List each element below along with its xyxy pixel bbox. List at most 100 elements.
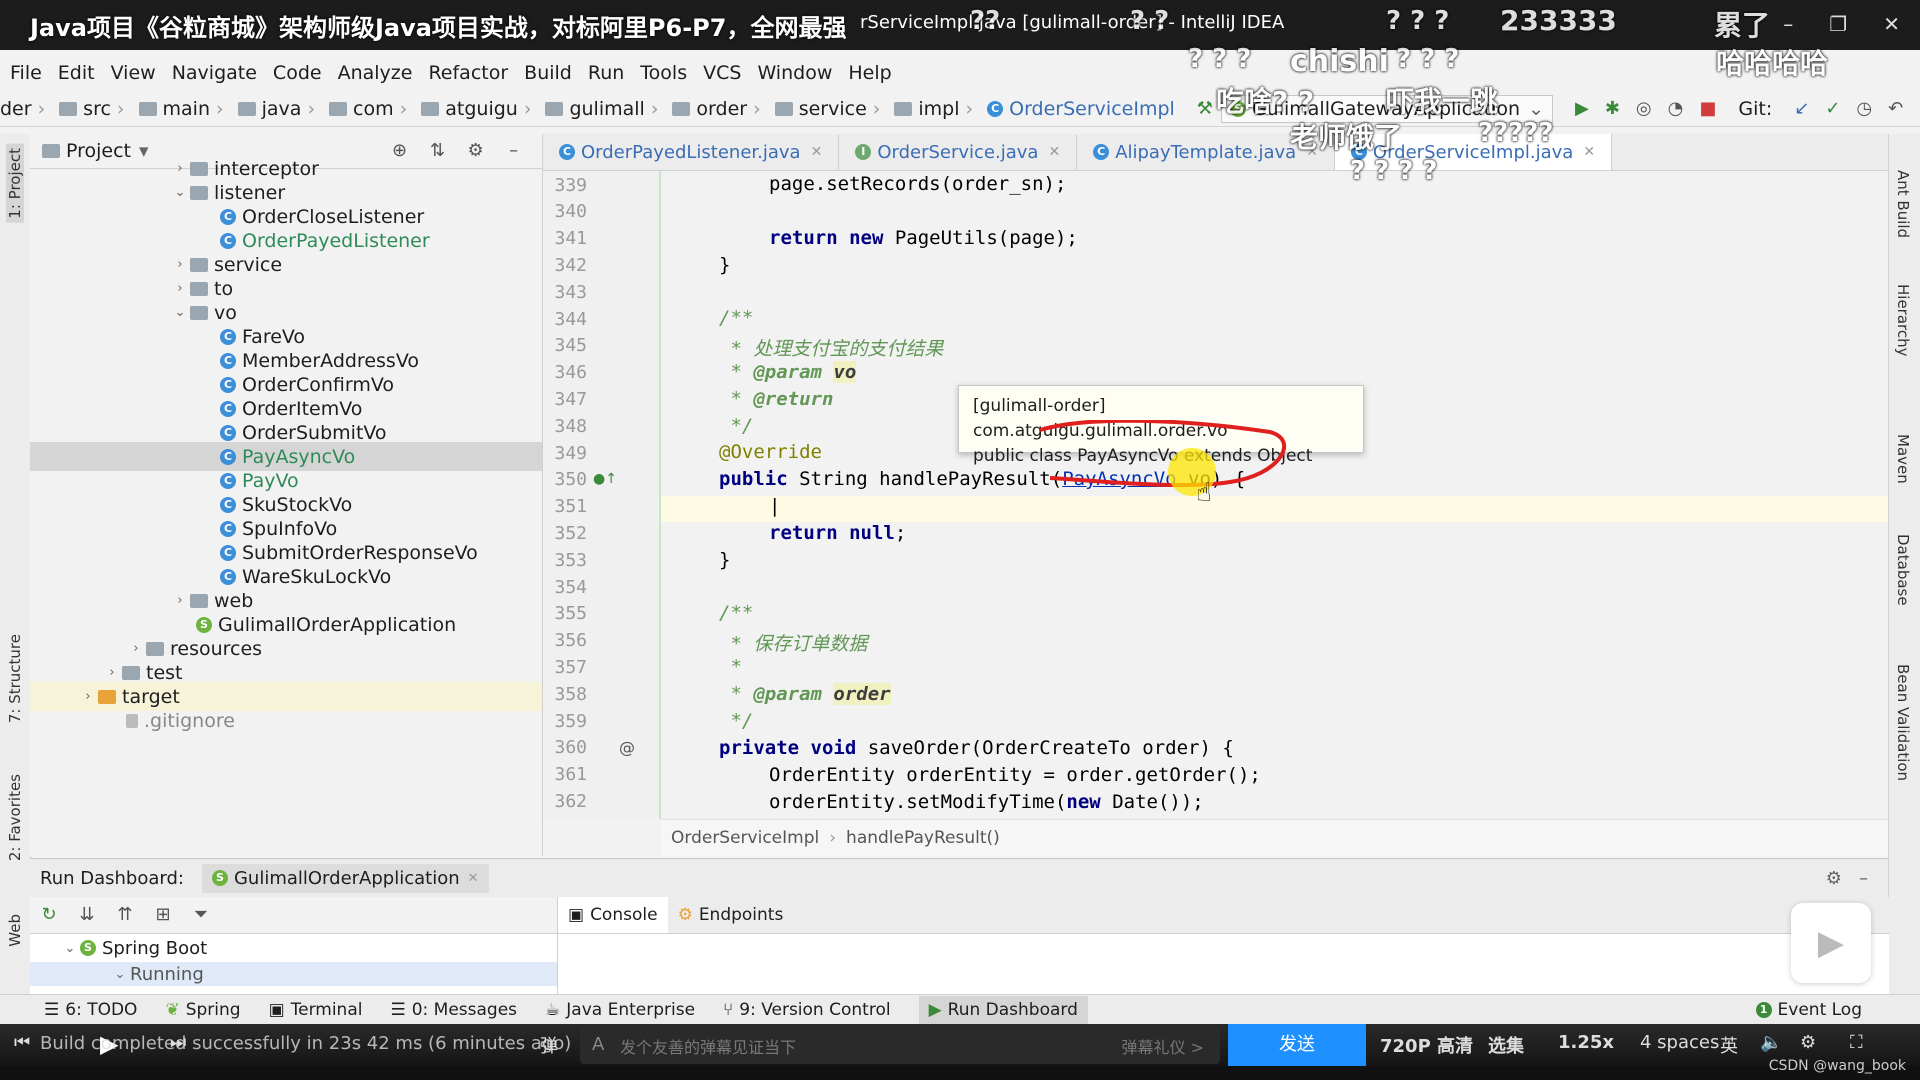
toolwin-terminal[interactable]: ▣ Terminal (269, 1000, 363, 1020)
event-log[interactable]: 1 Event Log (1755, 1000, 1862, 1020)
menu-analyze[interactable]: Analyze (338, 62, 413, 84)
toolwin-java-enterprise[interactable]: ☕ Java Enterprise (545, 1000, 695, 1020)
tree-spring-boot[interactable]: ⌄ S Spring Boot (30, 934, 557, 962)
menu-window[interactable]: Window (757, 62, 832, 84)
menu-file[interactable]: File (10, 62, 42, 84)
code-line-355: /** (719, 602, 754, 624)
menu-vcs[interactable]: VCS (703, 62, 741, 84)
danmu-input-box[interactable]: A 发个友善的弹幕见证当下 弹幕礼仪 > (580, 1026, 1220, 1064)
settings-icon[interactable]: ⚙ (1800, 1032, 1816, 1053)
menu-code[interactable]: Code (273, 62, 322, 84)
code-line-346: * @param vo (719, 361, 857, 383)
coverage-icon[interactable]: ◎ (1636, 98, 1652, 120)
menu-refactor[interactable]: Refactor (428, 62, 508, 84)
toolwin-todo[interactable]: ☰ 6: TODO (44, 1000, 137, 1020)
close-icon[interactable]: ✕ (468, 871, 479, 886)
stripe-maven[interactable]: Maven (1894, 434, 1912, 484)
minimize-icon[interactable]: – (1783, 12, 1793, 36)
menu-view[interactable]: View (111, 62, 156, 84)
menu-build[interactable]: Build (524, 62, 572, 84)
nav-crumb-java[interactable]: java › (237, 98, 315, 120)
nav-crumb-main[interactable]: main › (138, 98, 224, 120)
rerun-icon[interactable]: ↻ (38, 904, 60, 926)
menu-run[interactable]: Run (588, 62, 624, 84)
crumb-label: atguigu (445, 98, 518, 120)
toolwin-version-control[interactable]: ⑂ 9: Version Control (723, 1000, 891, 1020)
tab-orderPayedListener[interactable]: C OrderPayedListener.java ✕ (543, 134, 840, 170)
stripe-structure[interactable]: 7: Structure (6, 634, 24, 723)
run-app-tab[interactable]: S GulimallOrderApplication ✕ (201, 863, 489, 893)
filter-icon[interactable]: ⏷ (190, 904, 212, 926)
toolwin-run-dashboard[interactable]: ▶ Run Dashboard (918, 996, 1088, 1024)
nav-crumb-atguigu[interactable]: atguigu › (421, 98, 531, 120)
nav-crumb-orderserviceimpl[interactable]: C OrderServiceImpl (987, 98, 1175, 120)
menu-navigate[interactable]: Navigate (172, 62, 257, 84)
menu-help[interactable]: Help (848, 62, 891, 84)
text-cursor: | (769, 495, 781, 517)
danmaku-comment: 吓我一跳 (1386, 85, 1499, 118)
collapse-all-icon[interactable]: ⇈ (114, 904, 136, 926)
close-icon[interactable]: ✕ (1048, 144, 1060, 160)
nav-crumb-service[interactable]: service › (774, 98, 880, 120)
nav-crumb-impl[interactable]: impl › (894, 98, 973, 120)
panel-settings-icon[interactable]: ⚙ – (1826, 868, 1868, 889)
stripe-favorites[interactable]: 2: Favorites (6, 774, 24, 861)
expand-all-icon[interactable]: ⇊ (76, 904, 98, 926)
tree-item-target[interactable]: › target (30, 682, 542, 711)
nav-crumb-der[interactable]: der › (0, 98, 45, 120)
stripe-ant-build[interactable]: Ant Build (1894, 170, 1912, 238)
hammer-build-icon[interactable]: ⚒ (1197, 98, 1213, 120)
tree-running[interactable]: ⌄ Running (30, 962, 557, 986)
history-icon[interactable]: ◷ (1856, 98, 1872, 120)
quality-select[interactable]: 720P 高清 (1380, 1032, 1473, 1058)
git-commit-icon[interactable]: ✓ (1825, 98, 1840, 120)
stop-icon[interactable]: ■ (1699, 98, 1716, 120)
video-play-button[interactable]: ▶ (1791, 903, 1871, 983)
danmu-toggle-icon[interactable]: 弹 (540, 1032, 558, 1058)
run-icon[interactable]: ▶ (1575, 98, 1589, 120)
fullscreen-icon[interactable]: ⛶ (1850, 1032, 1863, 1053)
stripe-bean-validation[interactable]: Bean Validation (1894, 664, 1912, 781)
crumb-label: impl (918, 98, 960, 120)
nav-crumb-com[interactable]: com › (329, 98, 407, 120)
breadcrumb-method[interactable]: handlePayResult() (846, 828, 1000, 848)
toolwin-messages[interactable]: ☰ 0: Messages (390, 1000, 517, 1020)
crumb-label: der (0, 98, 32, 120)
ime-language[interactable]: 英 (1720, 1032, 1738, 1058)
stripe-hierarchy[interactable]: Hierarchy (1894, 284, 1912, 357)
code-line-339: page.setRecords(order_sn); (769, 173, 1067, 195)
stripe-project[interactable]: 1: Project (6, 144, 24, 223)
tab-endpoints[interactable]: ⚙ Endpoints (668, 905, 794, 925)
profile-icon[interactable]: ◔ (1668, 98, 1684, 120)
menu-edit[interactable]: Edit (58, 62, 95, 84)
tab-console[interactable]: ▣ Console (558, 897, 668, 933)
implements-gutter-icon[interactable]: ●↑ (593, 471, 617, 487)
git-update-icon[interactable]: ↙ (1794, 98, 1809, 120)
toolwin-spring[interactable]: ❦ Spring (165, 1000, 240, 1020)
close-icon[interactable]: ✕ (1883, 12, 1900, 36)
debug-icon[interactable]: ✱ (1605, 98, 1620, 120)
menu-tools[interactable]: Tools (640, 62, 687, 84)
close-icon[interactable]: ✕ (811, 144, 823, 160)
danmaku-comment: ? ? ? (1386, 6, 1450, 36)
breadcrumb-class[interactable]: OrderServiceImpl (671, 828, 819, 848)
danmu-etiquette-link[interactable]: 弹幕礼仪 > (1122, 1034, 1205, 1058)
nav-crumb-order[interactable]: order › (672, 98, 761, 120)
tree-item-gitignore[interactable]: .gitignore (126, 706, 235, 735)
nav-crumb-gulimall[interactable]: gulimall › (545, 98, 658, 120)
stripe-web[interactable]: Web (6, 914, 24, 947)
danmu-input-icon: A (592, 1034, 605, 1055)
send-danmu-button[interactable]: 发送 (1228, 1024, 1366, 1066)
restore-icon[interactable]: ❐ (1829, 12, 1847, 36)
tab-orderService[interactable]: I OrderService.java ✕ (839, 134, 1078, 170)
revert-icon[interactable]: ↶ (1888, 98, 1903, 120)
volume-icon[interactable]: 🔈 (1760, 1032, 1782, 1053)
annotation-gutter-icon[interactable]: @ (619, 738, 635, 757)
stripe-database[interactable]: Database (1894, 534, 1912, 606)
episode-select[interactable]: 选集 (1488, 1032, 1524, 1058)
group-icon[interactable]: ⊞ (152, 904, 174, 926)
prev-icon[interactable]: ⏮ (14, 1032, 30, 1053)
close-icon[interactable]: ✕ (1583, 144, 1595, 160)
speed-select[interactable]: 1.25x (1558, 1032, 1614, 1053)
nav-crumb-src[interactable]: src › (59, 98, 125, 120)
